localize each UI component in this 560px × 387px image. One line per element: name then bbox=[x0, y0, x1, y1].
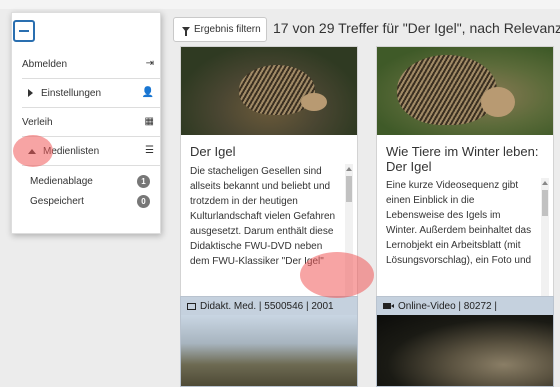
medienliste-gespeichert[interactable]: Gespeichert 0 bbox=[30, 192, 156, 210]
card-description: Eine kurze Videosequenz gibt einen Einbl… bbox=[386, 180, 532, 266]
result-card: Didakt. Med. | 5500546 | 2001 bbox=[180, 296, 358, 387]
menu-item-label: Verleih bbox=[22, 116, 53, 128]
card-title[interactable]: Der Igel bbox=[190, 144, 351, 159]
highlight-marker bbox=[300, 252, 374, 298]
side-menu: Abmelden ⇥ Einstellungen 👤 Verleih ▦ Med… bbox=[11, 12, 161, 234]
highlight-marker bbox=[13, 135, 53, 167]
menu-item-abmelden[interactable]: Abmelden ⇥ bbox=[22, 55, 156, 73]
medienliste-label: Medienablage bbox=[30, 175, 93, 187]
menu-divider bbox=[22, 78, 160, 79]
result-card: Wie Tiere im Winter leben: Der Igel Eine… bbox=[376, 46, 554, 333]
user-icon: 👤 bbox=[141, 87, 154, 98]
card-thumbnail[interactable] bbox=[377, 315, 553, 386]
count-badge: 0 bbox=[137, 195, 150, 208]
card-meta-header: Didakt. Med. | 5500546 | 2001 bbox=[181, 297, 357, 315]
caret-right-icon bbox=[28, 89, 33, 97]
menu-divider bbox=[22, 165, 160, 166]
sign-in-icon: ⇥ bbox=[145, 58, 154, 69]
menu-item-label: Abmelden bbox=[22, 58, 68, 70]
result-card: Online-Video | 80272 | bbox=[376, 296, 554, 387]
scroll-up-icon[interactable] bbox=[346, 167, 352, 171]
list-icon: ☰ bbox=[145, 145, 154, 156]
collapse-icon bbox=[19, 30, 29, 32]
menu-toggle-button[interactable] bbox=[13, 20, 35, 42]
card-thumbnail[interactable] bbox=[377, 47, 553, 135]
menu-item-einstellungen[interactable]: Einstellungen 👤 bbox=[22, 84, 156, 102]
calendar-icon: ▦ bbox=[144, 116, 154, 127]
funnel-icon bbox=[182, 27, 190, 36]
scrollbar-thumb[interactable] bbox=[346, 176, 352, 202]
medienliste-label: Gespeichert bbox=[30, 195, 84, 207]
scrollbar-thumb[interactable] bbox=[542, 190, 548, 216]
description-scrollbar[interactable] bbox=[541, 178, 549, 307]
card-thumbnail[interactable] bbox=[181, 315, 357, 386]
card-meta-header: Online-Video | 80272 | bbox=[377, 297, 553, 315]
menu-item-label: Einstellungen bbox=[41, 87, 102, 99]
card-meta-label: Online-Video | 80272 | bbox=[398, 300, 497, 312]
scroll-up-icon[interactable] bbox=[542, 181, 548, 185]
card-thumbnail[interactable] bbox=[181, 47, 357, 135]
page-header-strip bbox=[0, 0, 560, 9]
menu-item-verleih[interactable]: Verleih ▦ bbox=[22, 113, 156, 131]
monitor-icon bbox=[187, 302, 196, 310]
menu-divider bbox=[22, 107, 160, 108]
card-meta-label: Didakt. Med. | 5500546 | 2001 bbox=[200, 300, 334, 312]
card-title[interactable]: Wie Tiere im Winter leben: Der Igel bbox=[386, 144, 547, 174]
video-camera-icon bbox=[383, 303, 394, 309]
filter-results-button[interactable]: Ergebnis filtern bbox=[173, 17, 267, 42]
filter-results-label: Ergebnis filtern bbox=[194, 24, 261, 35]
medienliste-medienablage[interactable]: Medienablage 1 bbox=[30, 172, 156, 190]
result-summary: 17 von 29 Treffer für "Der Igel", nach R… bbox=[273, 20, 560, 36]
count-badge: 1 bbox=[137, 175, 150, 188]
